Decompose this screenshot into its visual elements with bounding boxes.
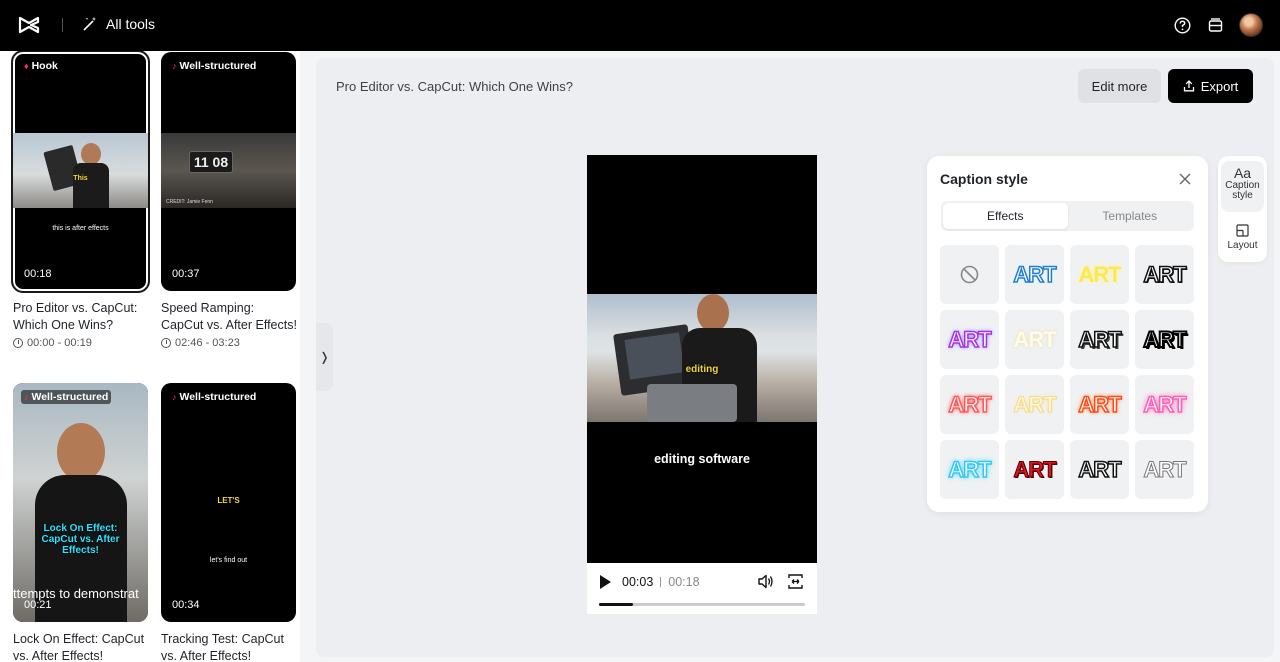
- collapse-panel-button[interactable]: ❭: [316, 323, 333, 391]
- video-thumbnail[interactable]: 11 08 CREDIT: Jamie Fenn ♪ Well-structure…: [161, 52, 296, 291]
- effect-preset[interactable]: ART: [1135, 310, 1194, 369]
- close-icon[interactable]: [1178, 172, 1192, 186]
- caption-style-panel: Caption style Effects Templates ART ART …: [927, 156, 1208, 512]
- video-tag: ♪ Well-structured: [169, 390, 260, 404]
- video-title: Speed Ramping: CapCut vs. After Effects!: [161, 301, 297, 332]
- video-frame: [587, 294, 817, 422]
- project-title: Pro Editor vs. CapCut: Which One Wins?: [336, 79, 573, 94]
- current-time: 00:03: [622, 574, 654, 589]
- video-title: Pro Editor vs. CapCut: Which One Wins?: [13, 301, 138, 332]
- storage-icon[interactable]: [1206, 16, 1225, 35]
- video-title: Lock On Effect: CapCut vs. After Effects…: [13, 632, 145, 662]
- tag-music-icon: ♪: [172, 61, 177, 71]
- clock-icon: [13, 338, 23, 348]
- caption-style-icon: Aa: [1233, 165, 1252, 181]
- effect-preset[interactable]: ART: [1070, 440, 1129, 499]
- magic-wand-icon: [83, 17, 96, 31]
- video-time-range: 02:46 - 03:23: [161, 337, 297, 349]
- effect-preset[interactable]: ART: [1135, 440, 1194, 499]
- progress-bar[interactable]: [599, 603, 805, 606]
- total-time: 00:18: [668, 574, 700, 589]
- credit-text: CREDIT: Jamie Fenn: [166, 199, 213, 205]
- video-tag: ♦ Hook: [21, 59, 61, 73]
- tab-effects[interactable]: Effects: [943, 203, 1068, 229]
- tag-dot-icon: ♦: [24, 61, 29, 71]
- rail-layout[interactable]: Layout: [1221, 220, 1264, 256]
- video-duration: 00:34: [172, 599, 200, 611]
- video-list-panel: This ♦ Hook this is after effects 00:18 P…: [0, 51, 300, 662]
- caption-subtitle: let's find out: [209, 557, 248, 564]
- video-thumbnail[interactable]: ♪ Well-structured Lock On Effect: CapCut …: [13, 383, 148, 622]
- player-controls: 00:03 00:18: [587, 563, 817, 614]
- capcut-logo-icon[interactable]: [17, 14, 41, 36]
- no-effect-icon: [960, 265, 979, 284]
- video-duration: 00:21: [24, 599, 52, 611]
- video-thumbnail[interactable]: ♪ Well-structured LET'S let's find out 00…: [161, 383, 296, 622]
- volume-icon[interactable]: [757, 573, 774, 590]
- video-duration: 00:18: [24, 268, 52, 280]
- video-thumbnail[interactable]: This ♦ Hook this is after effects 00:18: [11, 51, 150, 293]
- effect-preset[interactable]: ART: [1005, 310, 1064, 369]
- video-duration: 00:37: [172, 268, 200, 280]
- time-divider: [660, 576, 662, 587]
- overlay-title: Lock On Effect: CapCut vs. After Effects…: [41, 523, 120, 556]
- effect-none[interactable]: [940, 245, 999, 304]
- effect-preset[interactable]: ART: [1135, 375, 1194, 434]
- effect-preset[interactable]: ART: [1005, 245, 1064, 304]
- effect-preset[interactable]: ART: [1070, 245, 1129, 304]
- chevron-right-icon: ❭: [319, 350, 330, 364]
- clock-icon: [161, 338, 171, 348]
- effect-preset[interactable]: ART: [1135, 245, 1194, 304]
- effect-preset[interactable]: ART: [940, 310, 999, 369]
- divider: [62, 18, 63, 32]
- caption-subtitle: this is after effects: [52, 225, 109, 232]
- caption-tabs: Effects Templates: [941, 201, 1194, 231]
- video-title: Tracking Test: CapCut vs. After Effects!: [161, 632, 284, 662]
- effect-preset[interactable]: ART: [940, 440, 999, 499]
- edit-more-button[interactable]: Edit more: [1078, 69, 1161, 103]
- video-player[interactable]: editing editing software 00:03 00:18: [587, 155, 817, 614]
- top-bar: All tools: [0, 0, 1280, 51]
- all-tools-button[interactable]: All tools: [82, 16, 155, 32]
- caption-word: LET'S: [217, 496, 240, 505]
- clock-display: 11 08: [189, 151, 233, 173]
- thumbnail-scene: This: [13, 133, 148, 208]
- video-tag: ♪ Well-structured: [169, 59, 260, 73]
- tag-music-icon: ♪: [24, 392, 29, 402]
- video-tag: ♪ Well-structured: [21, 390, 112, 404]
- video-subtitle: editing software: [654, 452, 750, 466]
- avatar[interactable]: [1239, 13, 1263, 37]
- video-time-range: 00:00 - 00:19: [13, 337, 149, 349]
- caption-word: editing: [685, 364, 719, 375]
- effect-preset[interactable]: ART: [1005, 375, 1064, 434]
- video-card[interactable]: 11 08 CREDIT: Jamie Fenn ♪ Well-structure…: [161, 52, 297, 349]
- effect-preset[interactable]: ART: [1070, 310, 1129, 369]
- export-icon: [1183, 80, 1194, 92]
- caption-word: This: [73, 175, 88, 182]
- thumbnail-scene: 11 08 CREDIT: Jamie Fenn: [161, 133, 296, 208]
- right-tool-rail: Aa Caption style Layout: [1218, 156, 1267, 262]
- tag-music-icon: ♪: [172, 392, 177, 402]
- video-card[interactable]: This ♦ Hook this is after effects 00:18 P…: [11, 51, 150, 349]
- layout-icon: [1236, 224, 1249, 237]
- export-button[interactable]: Export: [1168, 69, 1253, 103]
- effect-preset[interactable]: ART: [940, 375, 999, 434]
- fullscreen-icon[interactable]: [787, 573, 804, 590]
- progress-fill: [599, 603, 634, 606]
- video-card[interactable]: ♪ Well-structured LET'S let's find out 00…: [161, 383, 297, 662]
- video-card[interactable]: ♪ Well-structured Lock On Effect: CapCut …: [13, 383, 149, 662]
- caption-panel-title: Caption style: [940, 171, 1028, 187]
- effects-grid: ART ART ART ART ART ART ART ART ART ART …: [940, 245, 1194, 499]
- effect-preset[interactable]: ART: [1070, 375, 1129, 434]
- effect-preset[interactable]: ART: [1005, 440, 1064, 499]
- tab-templates[interactable]: Templates: [1068, 203, 1193, 229]
- all-tools-label: All tools: [106, 16, 156, 32]
- rail-caption-style[interactable]: Aa Caption style: [1221, 161, 1264, 212]
- help-icon[interactable]: [1173, 16, 1192, 35]
- play-button[interactable]: [600, 574, 611, 589]
